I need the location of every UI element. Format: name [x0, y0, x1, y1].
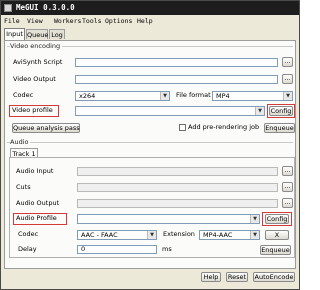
add-prerendering-label: Add pre-rendering job — [188, 123, 260, 131]
avisynth-script-input[interactable] — [75, 58, 278, 67]
help-button[interactable]: Help — [201, 272, 221, 282]
add-prerendering-checkbox[interactable] — [179, 124, 186, 131]
input-tab-panel: Video encoding AviSynth Script ... Video… — [4, 40, 296, 269]
video-output-label: Video Output — [13, 75, 56, 83]
audio-config-button[interactable]: Config — [265, 214, 289, 224]
delay-label: Delay — [18, 245, 37, 253]
extension-label: Extension — [163, 230, 195, 238]
video-codec-select[interactable]: x264 ▼ — [75, 91, 170, 101]
window-title: MeGUI 0.3.0.0 — [16, 3, 75, 12]
chevron-down-icon: ▼ — [255, 107, 264, 115]
audio-track-panel: Audio Input ... Cuts ... Audio Output ..… — [9, 157, 295, 258]
file-format-label: File format — [176, 91, 211, 99]
video-profile-select[interactable]: ▼ — [75, 106, 265, 116]
audio-output-browse-button[interactable]: ... — [282, 198, 293, 208]
video-profile-label: Video profile — [12, 106, 53, 114]
audio-output-field[interactable] — [77, 199, 278, 208]
audio-input-field[interactable] — [77, 167, 278, 176]
avisynth-browse-button[interactable]: ... — [282, 57, 293, 67]
menu-bar: File View Workers Tools Options Help — [1, 15, 299, 27]
audio-profile-select[interactable]: ▼ — [77, 214, 260, 224]
menu-view[interactable]: View — [27, 17, 43, 25]
video-output-input[interactable] — [75, 75, 278, 84]
audio-profile-label: Audio Profile — [16, 214, 57, 222]
audio-clear-button[interactable]: X — [265, 230, 289, 240]
video-output-browse-button[interactable]: ... — [282, 74, 293, 84]
audio-output-label: Audio Output — [16, 199, 60, 207]
video-config-button[interactable]: Config — [269, 106, 293, 116]
tab-log[interactable]: Log — [49, 29, 65, 39]
audio-group-border — [7, 142, 293, 143]
app-icon — [4, 4, 12, 12]
video-codec-label: Codec — [13, 91, 34, 99]
menu-options[interactable]: Options — [105, 17, 132, 25]
chevron-down-icon: ▼ — [283, 92, 292, 100]
audio-enqueue-button[interactable]: Enqueue — [260, 245, 291, 255]
reset-button[interactable]: Reset — [226, 272, 248, 282]
chevron-down-icon: ▼ — [160, 92, 169, 100]
video-enqueue-button[interactable]: Enqueue — [264, 123, 295, 133]
avisynth-script-label: AviSynth Script — [13, 58, 63, 66]
cuts-browse-button[interactable]: ... — [282, 182, 293, 192]
file-format-select[interactable]: MP4 ▼ — [212, 91, 293, 101]
queue-analysis-pass-button[interactable]: Queue analysis pass — [12, 123, 80, 133]
delay-unit-label: ms — [162, 245, 172, 253]
tab-queue[interactable]: Queue — [26, 29, 48, 39]
audio-input-label: Audio Input — [16, 167, 54, 175]
extension-select[interactable]: MP4-AAC ▼ — [199, 230, 260, 240]
title-bar[interactable]: MeGUI 0.3.0.0 — [1, 1, 299, 15]
chevron-down-icon: ▼ — [147, 231, 156, 239]
audio-codec-select[interactable]: AAC - FAAC ▼ — [77, 230, 157, 240]
tab-input[interactable]: Input — [4, 28, 25, 40]
video-group-label: Video encoding — [10, 42, 63, 50]
menu-help[interactable]: Help — [137, 17, 153, 25]
chevron-down-icon: ▼ — [250, 215, 259, 223]
cuts-label: Cuts — [16, 183, 31, 191]
megui-window: MeGUI 0.3.0.0 File View Workers Tools Op… — [0, 0, 300, 290]
chevron-down-icon: ▼ — [250, 231, 259, 239]
delay-input[interactable]: 0 — [77, 245, 157, 254]
audio-codec-label: Codec — [18, 230, 39, 238]
audio-group-label: Audio — [10, 138, 31, 146]
menu-tools[interactable]: Tools — [82, 17, 102, 25]
menu-workers[interactable]: Workers — [54, 17, 81, 25]
cuts-field[interactable] — [77, 183, 278, 192]
menu-file[interactable]: File — [4, 17, 20, 25]
autoencode-button[interactable]: AutoEncode — [253, 272, 295, 282]
audio-input-browse-button[interactable]: ... — [282, 166, 293, 176]
